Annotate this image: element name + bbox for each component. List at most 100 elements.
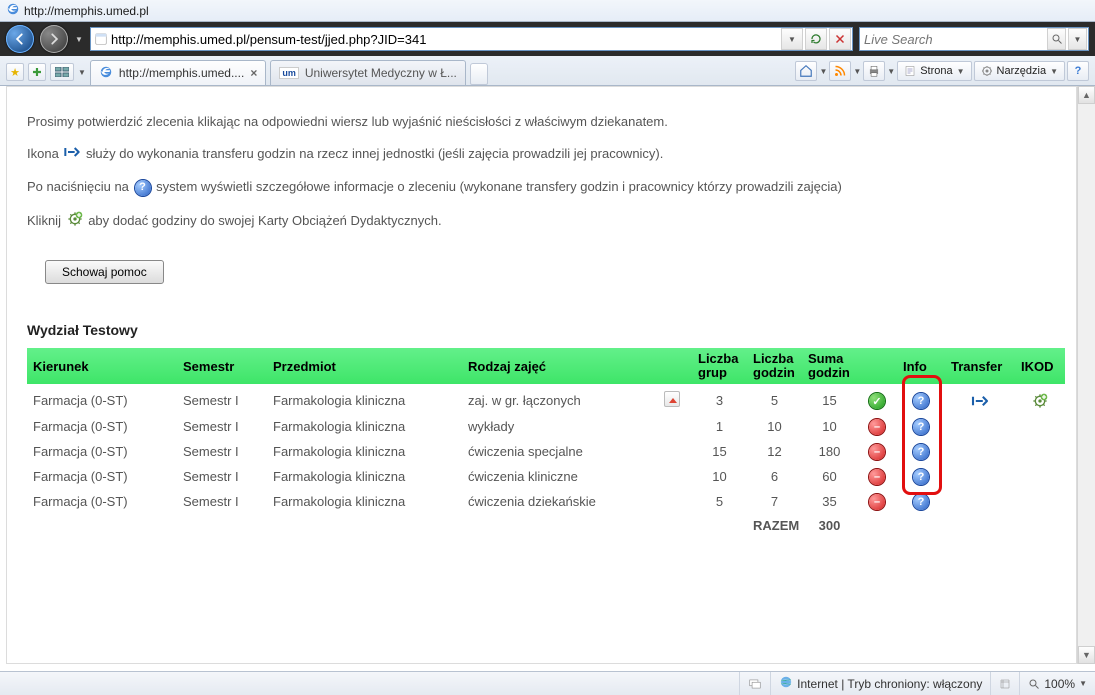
stop-button[interactable]: [829, 28, 851, 50]
tab-inactive[interactable]: um Uniwersytet Medyczny w Ł...: [270, 60, 466, 85]
content-viewport: Prosimy potwierdzić zlecenia klikając na…: [0, 86, 1095, 670]
scroll-down-button[interactable]: ▼: [1078, 646, 1095, 664]
cell-status[interactable]: ✓: [857, 388, 897, 413]
ie-icon: [99, 65, 113, 82]
gear-add-icon[interactable]: [1032, 393, 1048, 409]
cell-liczba-godzin: 10: [747, 415, 802, 438]
minus-icon[interactable]: –: [869, 419, 885, 435]
cell-liczba-grup: 3: [692, 388, 747, 413]
th-suma: Suma godzin: [802, 348, 857, 387]
expand-toggle-icon[interactable]: [664, 391, 680, 407]
cell-liczba-godzin: 5: [747, 388, 802, 413]
cell-transfer[interactable]: [945, 388, 1015, 413]
window-title: http://memphis.umed.pl: [24, 4, 149, 18]
cell-semestr: Semestr I: [177, 440, 267, 463]
cell-status[interactable]: –: [857, 440, 897, 463]
status-popup-icon[interactable]: [739, 672, 770, 695]
search-button[interactable]: [1047, 28, 1066, 50]
tab-label: http://memphis.umed....: [119, 66, 244, 80]
cell-rodzaj: ćwiczenia dziekańskie: [462, 490, 652, 513]
check-icon[interactable]: ✓: [869, 393, 885, 409]
status-text: Internet | Tryb chroniony: włączony: [797, 677, 982, 691]
tools-menu[interactable]: Narzędzia▼: [974, 61, 1065, 81]
vertical-scrollbar[interactable]: ▲ ▼: [1077, 86, 1095, 664]
cell-przedmiot: Farmakologia kliniczna: [267, 490, 462, 513]
th-semestr: Semestr: [177, 348, 267, 387]
th-rodzaj: Rodzaj zajęć: [462, 348, 652, 387]
zoom-control[interactable]: 100% ▼: [1019, 672, 1095, 695]
section-title: Wydział Testowy: [27, 322, 1056, 338]
ie-icon: [6, 2, 24, 19]
cell-ikod[interactable]: [1015, 388, 1065, 413]
total-label: RAZEM: [747, 515, 802, 536]
cell-transfer: [945, 440, 1015, 463]
cell-ikod: [1015, 465, 1065, 488]
address-input[interactable]: [111, 32, 780, 47]
cell-liczba-grup: 1: [692, 415, 747, 438]
hide-help-button[interactable]: Schowaj pomoc: [45, 260, 164, 284]
help-para-4: Kliknij aby dodać godziny do swojej Kart…: [27, 211, 1056, 232]
cell-kierunek: Farmacja (0-ST): [27, 388, 177, 413]
quick-tabs-icon[interactable]: [50, 63, 74, 81]
cell-expand: [652, 465, 692, 488]
cell-semestr: Semestr I: [177, 388, 267, 413]
cell-ikod: [1015, 415, 1065, 438]
minus-icon[interactable]: –: [869, 469, 885, 485]
scroll-track[interactable]: [1078, 104, 1095, 646]
cell-suma: 10: [802, 415, 857, 438]
minus-icon[interactable]: –: [869, 444, 885, 460]
cell-suma: 15: [802, 388, 857, 413]
nav-history-dropdown[interactable]: ▼: [74, 25, 84, 53]
scroll-up-button[interactable]: ▲: [1078, 86, 1095, 104]
print-icon[interactable]: [863, 61, 885, 81]
cell-liczba-grup: 10: [692, 465, 747, 488]
cell-suma: 180: [802, 440, 857, 463]
close-icon[interactable]: ×: [250, 66, 257, 80]
cell-liczba-godzin: 6: [747, 465, 802, 488]
cell-przedmiot: Farmakologia kliniczna: [267, 415, 462, 438]
status-protected-mode-icon[interactable]: [990, 672, 1019, 695]
cell-status[interactable]: –: [857, 490, 897, 513]
new-tab-button[interactable]: [470, 63, 488, 85]
transfer-icon[interactable]: [971, 394, 989, 408]
search-input[interactable]: [860, 32, 1046, 47]
cell-status[interactable]: –: [857, 415, 897, 438]
cell-semestr: Semestr I: [177, 415, 267, 438]
tab-label: Uniwersytet Medyczny w Ł...: [305, 66, 457, 80]
cell-liczba-grup: 15: [692, 440, 747, 463]
add-favorites-icon[interactable]: ✚: [28, 63, 46, 81]
favorites-star-icon[interactable]: ★: [6, 63, 24, 81]
cell-suma: 35: [802, 490, 857, 513]
help-para-1: Prosimy potwierdzić zlecenia klikając na…: [27, 113, 1056, 131]
help-para-2: Ikona służy do wykonania transferu godzi…: [27, 145, 1056, 164]
back-button[interactable]: [6, 25, 34, 53]
status-zone: Internet | Tryb chroniony: włączony: [770, 672, 990, 695]
rss-icon[interactable]: [829, 61, 851, 81]
address-bar: ▼: [90, 27, 853, 51]
cell-liczba-grup: 5: [692, 490, 747, 513]
cell-kierunek: Farmacja (0-ST): [27, 440, 177, 463]
help-icon[interactable]: ?: [1067, 61, 1089, 81]
question-icon[interactable]: [913, 494, 929, 510]
address-dropdown[interactable]: ▼: [781, 28, 803, 50]
tab-active[interactable]: http://memphis.umed.... ×: [90, 60, 266, 85]
th-ikod: IKOD: [1015, 348, 1065, 387]
cell-status[interactable]: –: [857, 465, 897, 488]
minus-icon[interactable]: –: [869, 494, 885, 510]
home-icon[interactable]: [795, 61, 817, 81]
total-value: 300: [802, 515, 857, 536]
cell-kierunek: Farmacja (0-ST): [27, 465, 177, 488]
help-para-3: Po naciśnięciu na system wyświetli szcze…: [27, 178, 1056, 196]
th-liczba-godzin: Liczba godzin: [747, 348, 802, 387]
cell-liczba-godzin: 7: [747, 490, 802, 513]
th-przedmiot: Przedmiot: [267, 348, 462, 387]
table-total-row: RAZEM 300: [27, 515, 1065, 536]
refresh-button[interactable]: [805, 28, 827, 50]
cell-expand: [652, 490, 692, 513]
search-dropdown[interactable]: ▼: [1068, 28, 1087, 50]
forward-button[interactable]: [40, 25, 68, 53]
cell-expand[interactable]: [652, 388, 692, 413]
cell-semestr: Semestr I: [177, 490, 267, 513]
page-menu[interactable]: Strona▼: [897, 61, 971, 81]
status-bar: Internet | Tryb chroniony: włączony 100%…: [0, 671, 1095, 695]
